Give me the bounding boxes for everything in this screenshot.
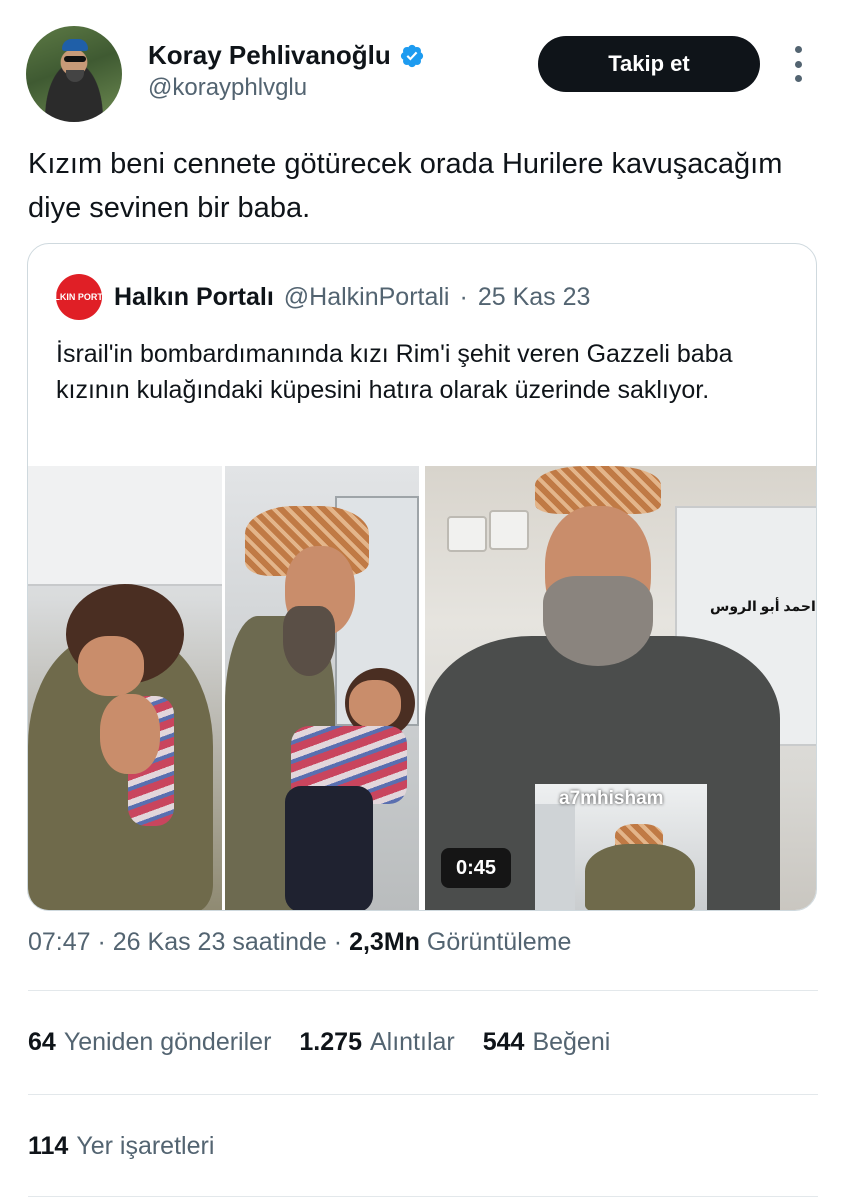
reposts-label: Yeniden gönderiler bbox=[63, 1028, 272, 1056]
quote-author-handle[interactable]: @HalkinPortali bbox=[284, 283, 450, 312]
divider bbox=[28, 1094, 818, 1095]
reposts-count: 64 bbox=[28, 1028, 56, 1056]
quote-avatar[interactable]: HALKIN PORTALI bbox=[41, 274, 117, 320]
media-panel-father: احمد أبو الروس a7mhisham 0:45 bbox=[425, 466, 816, 910]
girl-pants bbox=[285, 786, 373, 910]
pip-thumbnail: a7mhisham bbox=[535, 784, 707, 910]
quote-date[interactable]: 25 Kas 23 bbox=[478, 283, 591, 312]
pip-watermark: a7mhisham bbox=[559, 788, 664, 809]
tweet-date[interactable]: 26 Kas 23 saatinde bbox=[113, 928, 327, 956]
meta-separator: · bbox=[90, 928, 113, 956]
likes-count: 544 bbox=[482, 1028, 525, 1056]
bookmarks-stat[interactable]: 114 Yer işaretleri bbox=[28, 1132, 214, 1161]
more-dot bbox=[794, 46, 802, 53]
more-dot bbox=[794, 75, 802, 82]
divider bbox=[28, 990, 818, 991]
view-label: Görüntüleme bbox=[426, 928, 572, 956]
follow-button[interactable]: Takip et bbox=[538, 36, 760, 92]
tweet-text: Kızım beni cennete götürecek orada Huril… bbox=[28, 148, 783, 224]
tweet-meta: 07:47 · 26 Kas 23 saatinde · 2,3Mn Görün… bbox=[28, 928, 571, 957]
likes-label: Beğeni bbox=[532, 1028, 611, 1056]
arabic-overlay-text: احمد أبو الروس bbox=[710, 598, 816, 614]
meta-separator: · bbox=[326, 928, 350, 956]
bookmarks-label: Yer işaretleri bbox=[76, 1132, 215, 1160]
air-conditioner bbox=[489, 510, 529, 550]
pip-figure bbox=[585, 844, 695, 910]
girl-face bbox=[349, 680, 401, 728]
tweet-time[interactable]: 07:47 bbox=[28, 928, 91, 956]
video-duration-badge: 0:45 bbox=[441, 848, 511, 888]
quote-text: İsrail'in bombardımanında kızı Rim'i şeh… bbox=[56, 340, 733, 404]
author-handle[interactable]: @korayphlvglu bbox=[148, 74, 307, 102]
air-conditioner bbox=[447, 516, 487, 552]
girl-face bbox=[78, 636, 144, 696]
quote-separator: · bbox=[459, 282, 468, 311]
view-count: 2,3Mn bbox=[349, 928, 420, 956]
media-panel-hug bbox=[28, 466, 222, 910]
verified-badge-icon bbox=[400, 44, 423, 67]
bookmarks-count: 114 bbox=[28, 1132, 69, 1160]
more-dot bbox=[794, 60, 802, 68]
truck-panel bbox=[28, 466, 222, 586]
author-name[interactable]: Koray Pehlivanoğlu bbox=[148, 40, 391, 71]
media-panel-carry bbox=[225, 466, 419, 910]
father-beard bbox=[543, 576, 653, 666]
likes-stat[interactable]: 544 Beğeni bbox=[483, 1028, 611, 1057]
quote-author-name[interactable]: Halkın Portalı bbox=[114, 283, 274, 312]
avatar-cap bbox=[62, 39, 88, 51]
quote-header: HALKIN PORTALI Halkın Portalı @HalkinPor… bbox=[41, 274, 591, 320]
author-avatar[interactable] bbox=[26, 26, 122, 122]
divider bbox=[28, 1196, 818, 1197]
pip-truck bbox=[535, 804, 575, 910]
father-hand bbox=[100, 694, 160, 774]
avatar-beard bbox=[66, 70, 84, 82]
quotes-count: 1.275 bbox=[299, 1028, 362, 1056]
reposts-stat[interactable]: 64 Yeniden gönderiler bbox=[28, 1028, 271, 1057]
quote-media[interactable]: احمد أبو الروس a7mhisham 0:45 bbox=[28, 466, 816, 910]
engagement-stats: 64 Yeniden gönderiler 1.275 Alıntılar 544 B… bbox=[28, 1028, 610, 1057]
quotes-label: Alıntılar bbox=[369, 1028, 455, 1056]
more-vertical-icon[interactable] bbox=[788, 46, 808, 82]
quotes-stat[interactable]: 1.275 Alıntılar bbox=[299, 1028, 454, 1057]
avatar-glasses bbox=[64, 56, 86, 62]
author-name-row: Koray Pehlivanoğlu bbox=[148, 40, 425, 71]
quoted-tweet-card[interactable]: HALKIN PORTALI Halkın Portalı @HalkinPor… bbox=[27, 243, 817, 911]
father-beard bbox=[283, 606, 335, 676]
